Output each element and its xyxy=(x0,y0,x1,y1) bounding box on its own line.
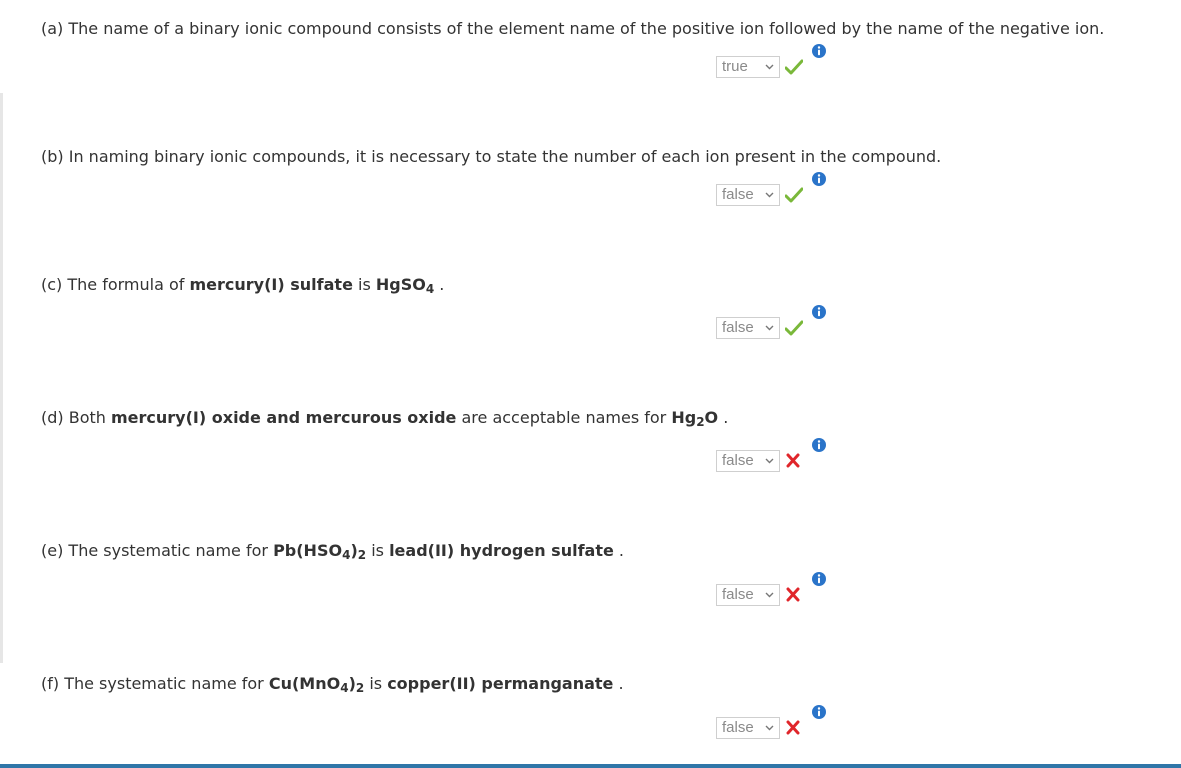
question-a-text: (a) The name of a binary ionic compound … xyxy=(41,19,1105,38)
info-icon[interactable] xyxy=(812,572,826,586)
answer-select-d-value: false xyxy=(722,452,754,469)
answer-select-b-value: false xyxy=(722,186,754,203)
formula-tail: O xyxy=(704,408,719,427)
chevron-down-icon xyxy=(765,592,774,598)
question-d: (d) Both mercury(I) oxide and mercurous … xyxy=(41,408,728,428)
formula-subscript: 2 xyxy=(355,681,365,695)
formula-part-a: Pb(HSO xyxy=(273,541,343,560)
answer-select-f[interactable]: false xyxy=(716,717,780,739)
left-rule xyxy=(0,93,3,663)
info-icon[interactable] xyxy=(812,438,826,452)
question-f-suffix: . xyxy=(613,674,624,693)
info-icon[interactable] xyxy=(812,44,826,58)
formula-part-b: ) xyxy=(348,674,356,693)
question-c-suffix: . xyxy=(434,275,445,294)
question-f: (f) The systematic name for Cu(MnO4)2 is… xyxy=(41,674,624,694)
x-icon xyxy=(786,453,800,468)
chevron-down-icon xyxy=(765,725,774,731)
question-e: (e) The systematic name for Pb(HSO4)2 is… xyxy=(41,541,624,561)
x-icon xyxy=(786,720,800,735)
formula-subscript: 2 xyxy=(357,548,367,562)
answer-select-c[interactable]: false xyxy=(716,317,780,339)
chemical-formula: Pb(HSO4)2 xyxy=(273,541,367,562)
compound-name: lead(II) hydrogen sulfate xyxy=(389,541,614,560)
chemical-formula: Cu(MnO4)2 xyxy=(268,674,365,695)
chevron-down-icon xyxy=(765,325,774,331)
formula-subscript: 4 xyxy=(340,681,349,695)
question-d-suffix: . xyxy=(718,408,729,427)
info-icon[interactable] xyxy=(812,705,826,719)
formula-part-a: Cu(MnO xyxy=(268,674,341,693)
info-icon[interactable] xyxy=(812,172,826,186)
formula-subscript: 4 xyxy=(425,282,435,296)
chevron-down-icon xyxy=(765,458,774,464)
question-c-mid: is xyxy=(352,275,376,294)
x-icon xyxy=(786,587,800,602)
check-icon xyxy=(785,59,803,75)
question-f-prefix: (f) The systematic name for xyxy=(41,674,269,693)
check-icon xyxy=(785,320,803,336)
question-b: (b) In naming binary ionic compounds, it… xyxy=(41,147,941,167)
chevron-down-icon xyxy=(765,192,774,198)
chevron-down-icon xyxy=(765,64,774,70)
compound-name: mercury(I) oxide and mercurous oxide xyxy=(111,408,457,427)
chemical-formula: Hg2O xyxy=(671,408,719,429)
chemical-formula: HgSO4 xyxy=(375,275,435,296)
formula-main: HgSO xyxy=(375,275,426,294)
question-c-prefix: (c) The formula of xyxy=(41,275,190,294)
answer-select-a-value: true xyxy=(722,58,748,75)
question-e-mid: is xyxy=(366,541,390,560)
question-e-suffix: . xyxy=(613,541,624,560)
answer-select-c-value: false xyxy=(722,319,754,336)
answer-select-e[interactable]: false xyxy=(716,584,780,606)
formula-part-b: ) xyxy=(350,541,358,560)
question-a: (a) The name of a binary ionic compound … xyxy=(41,19,1104,39)
check-icon xyxy=(785,187,803,203)
answer-select-a[interactable]: true xyxy=(716,56,780,78)
question-d-mid: are acceptable names for xyxy=(456,408,672,427)
formula-main: Hg xyxy=(671,408,697,427)
question-b-text: (b) In naming binary ionic compounds, it… xyxy=(41,147,942,166)
info-icon[interactable] xyxy=(812,305,826,319)
compound-name: copper(II) permanganate xyxy=(387,674,614,693)
answer-select-e-value: false xyxy=(722,586,754,603)
question-f-mid: is xyxy=(364,674,388,693)
question-c: (c) The formula of mercury(I) sulfate is… xyxy=(41,275,444,295)
question-d-prefix: (d) Both xyxy=(41,408,111,427)
answer-select-b[interactable]: false xyxy=(716,184,780,206)
compound-name: mercury(I) sulfate xyxy=(189,275,353,294)
bottom-accent-bar xyxy=(0,764,1181,768)
formula-subscript: 2 xyxy=(696,415,705,429)
answer-select-f-value: false xyxy=(722,719,754,736)
answer-select-d[interactable]: false xyxy=(716,450,780,472)
question-e-prefix: (e) The systematic name for xyxy=(41,541,274,560)
